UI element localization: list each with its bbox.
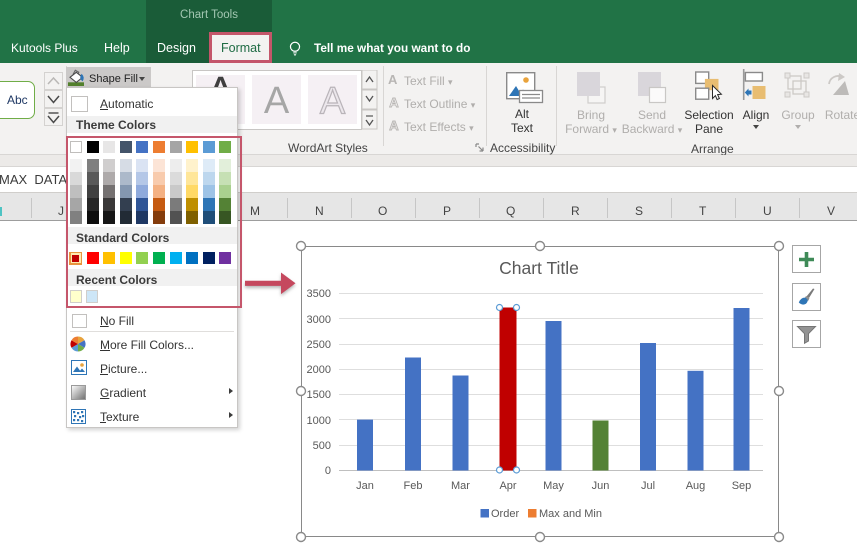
svg-text:A: A bbox=[389, 95, 399, 109]
svg-text:A: A bbox=[320, 81, 346, 123]
svg-text:A: A bbox=[389, 118, 399, 132]
